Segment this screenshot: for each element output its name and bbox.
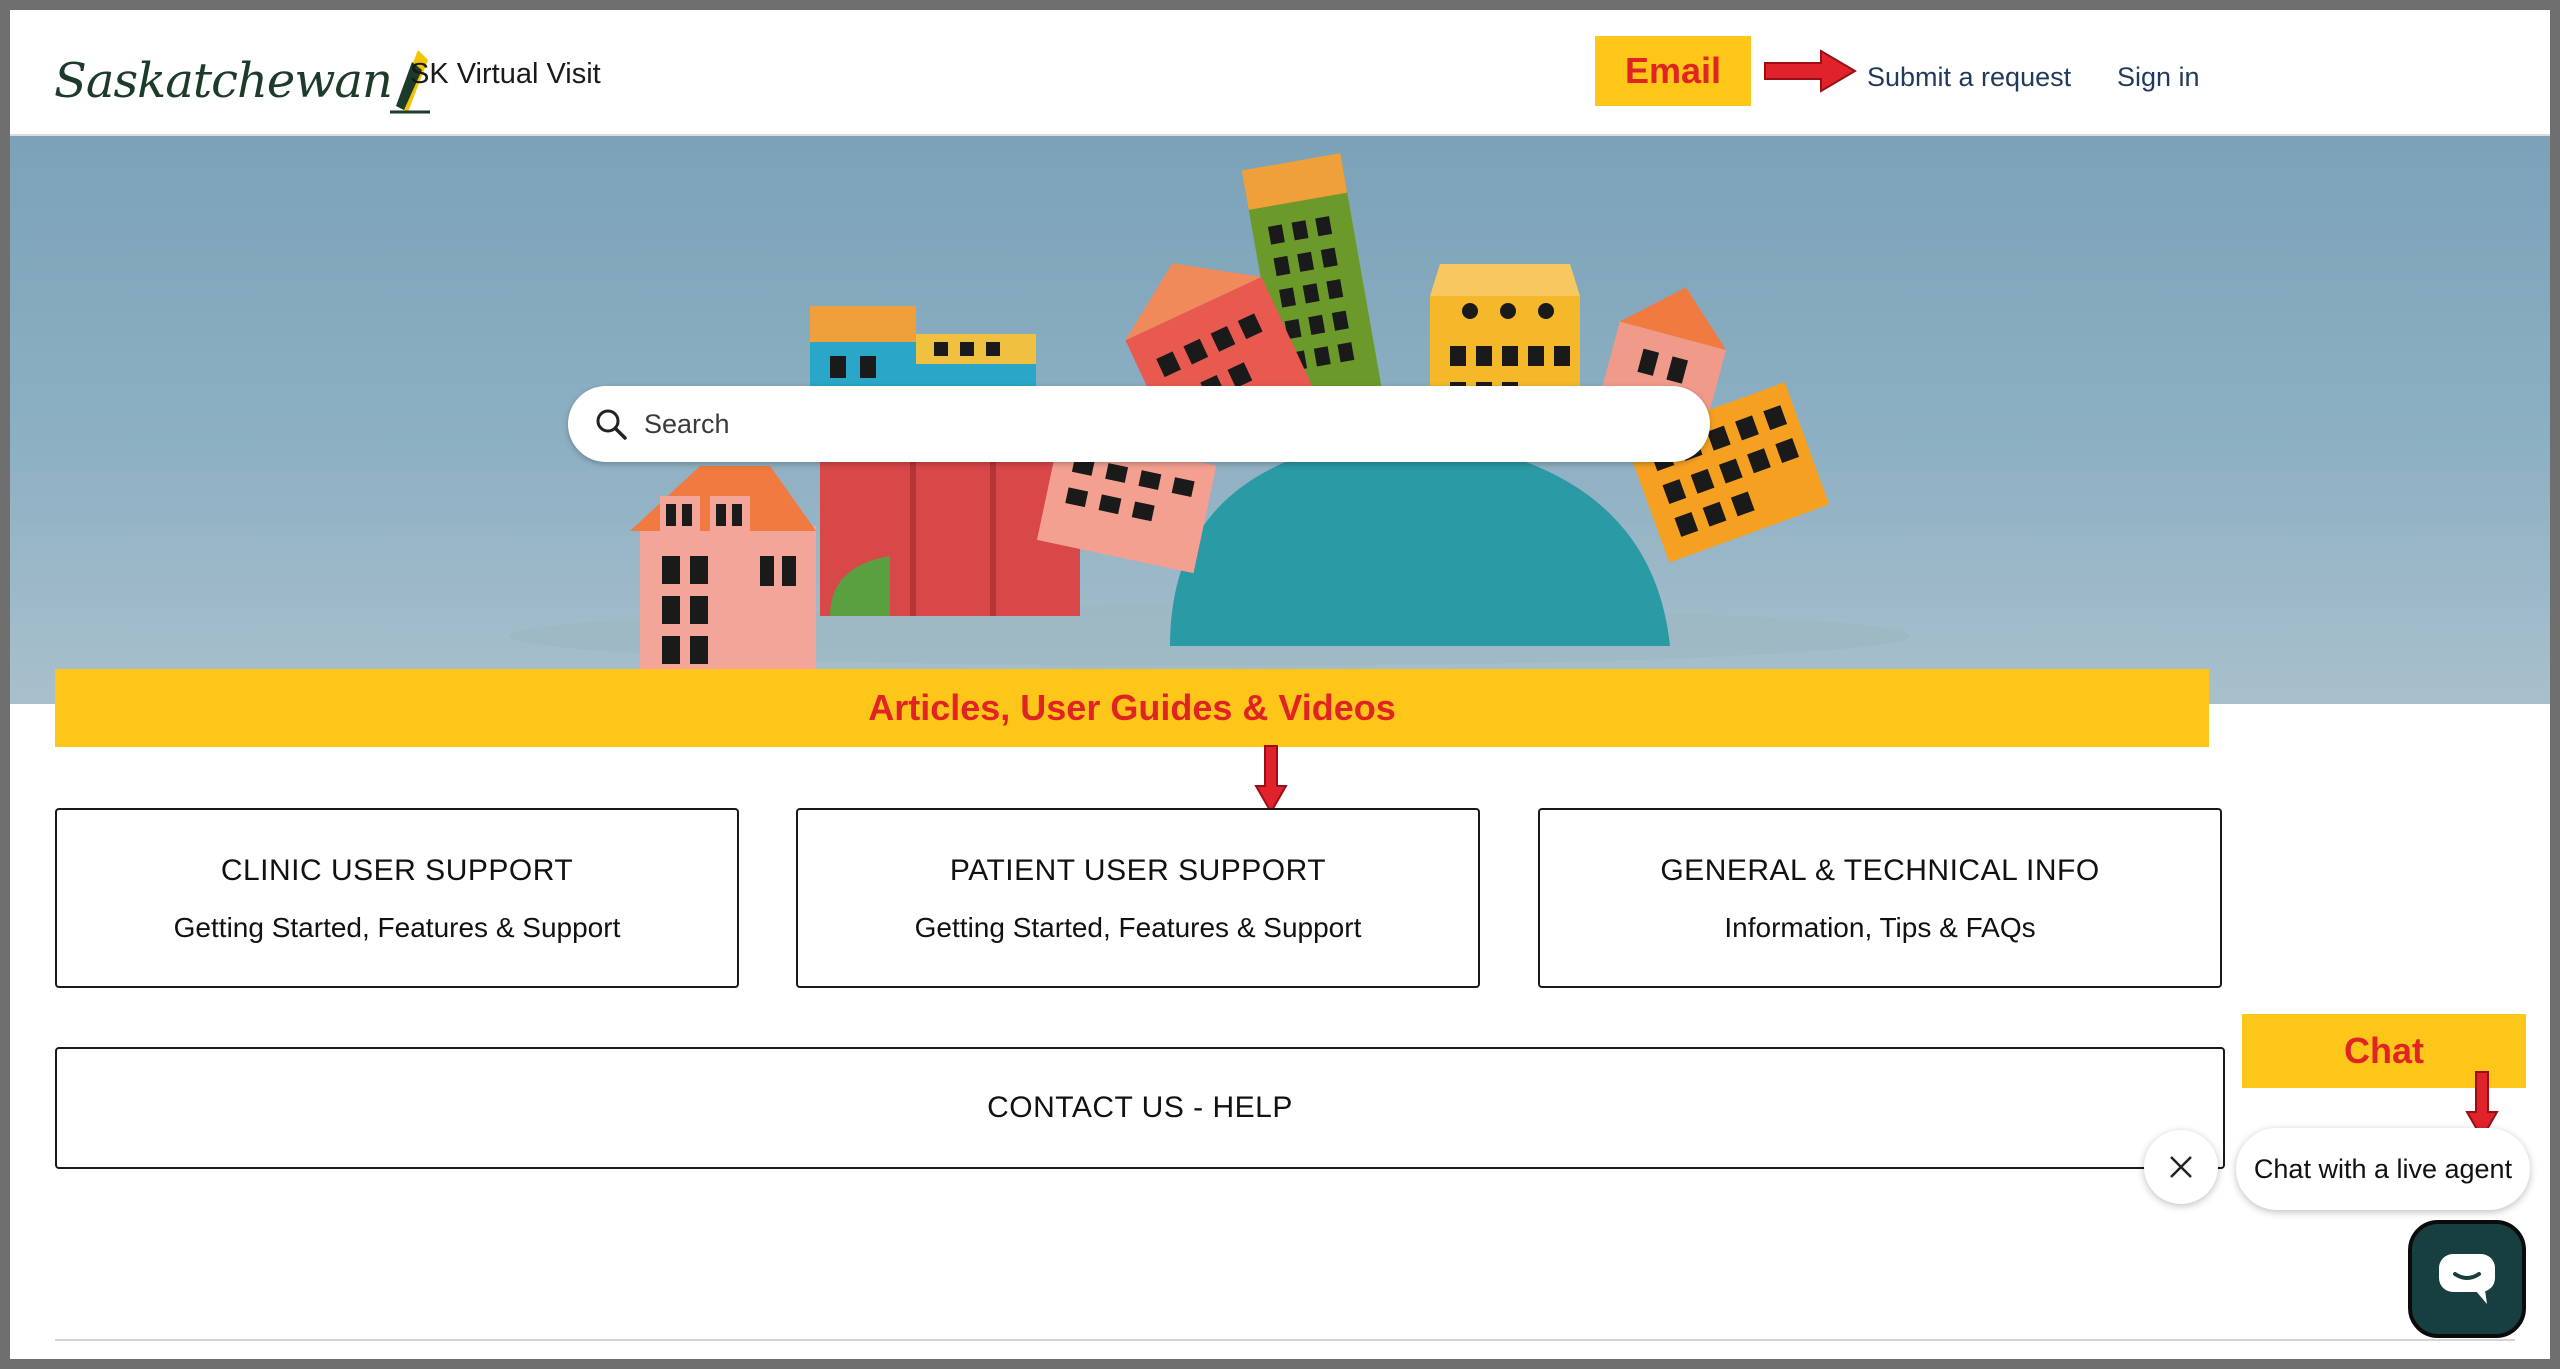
card-subtitle: Getting Started, Features & Support — [173, 912, 621, 943]
search-icon — [596, 409, 627, 440]
site-name: SK Virtual Visit — [410, 58, 601, 90]
card-subtitle: Getting Started, Features & Support — [914, 912, 1362, 943]
site-header: Saskatchewan SK Virtual Visit Email Subm… — [10, 10, 2550, 136]
contact-us-help-card[interactable]: CONTACT US - HELP — [55, 1047, 2225, 1169]
sign-in-link[interactable]: Sign in — [2117, 62, 2200, 93]
hero-banner — [10, 136, 2550, 704]
browser-frame: Saskatchewan SK Virtual Visit Email Subm… — [10, 10, 2550, 1359]
email-annotation: Email — [1595, 36, 1751, 106]
search-input[interactable] — [642, 407, 1646, 441]
card-title: PATIENT USER SUPPORT — [949, 854, 1327, 887]
chat-launcher-button[interactable] — [2408, 1220, 2526, 1338]
general-technical-info-card[interactable]: GENERAL & TECHNICAL INFO Information, Ti… — [1538, 808, 2222, 988]
chat-dismiss-button[interactable] — [2144, 1130, 2218, 1204]
footer-divider — [55, 1339, 2515, 1341]
arrow-right-icon — [1764, 49, 1857, 93]
patient-user-support-card[interactable]: PATIENT USER SUPPORT Getting Started, Fe… — [796, 808, 1480, 988]
arrow-down-icon — [1254, 745, 1288, 814]
logo-text: Saskatchewan — [54, 53, 393, 109]
saskatchewan-logo[interactable]: Saskatchewan — [54, 46, 432, 116]
chat-prompt-bubble[interactable]: Chat with a live agent — [2236, 1128, 2530, 1210]
submit-request-link[interactable]: Submit a request — [1867, 62, 2071, 93]
chat-icon — [2439, 1254, 2495, 1304]
clinic-user-support-card[interactable]: CLINIC USER SUPPORT Getting Started, Fea… — [55, 808, 739, 988]
close-icon — [2170, 1156, 2192, 1178]
search-bar[interactable] — [568, 386, 1710, 462]
articles-annotation: Articles, User Guides & Videos — [55, 669, 2209, 747]
card-title: CLINIC USER SUPPORT — [220, 854, 574, 887]
card-title: GENERAL & TECHNICAL INFO — [1660, 854, 2100, 887]
card-subtitle: Information, Tips & FAQs — [1724, 912, 2036, 943]
